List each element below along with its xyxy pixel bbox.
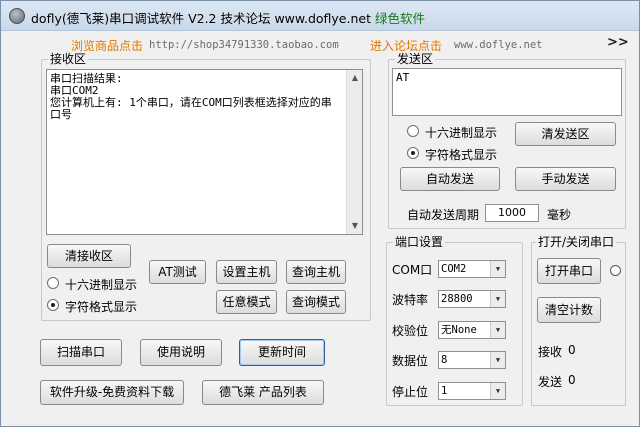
query-mode-button[interactable]: 查询模式	[286, 290, 346, 314]
port-settings-group-label: 端口设置	[393, 235, 446, 249]
at-test-button[interactable]: AT测试	[149, 260, 206, 284]
query-master-button[interactable]: 查询主机	[286, 260, 346, 284]
clear-send-button[interactable]: 清发送区	[515, 122, 616, 146]
radio-checked-icon[interactable]	[407, 147, 419, 159]
product-list-button[interactable]: 德飞莱 产品列表	[202, 380, 324, 405]
send-group-label: 发送区	[395, 52, 436, 66]
parity-select[interactable]: 无None ▼	[438, 321, 506, 339]
send-textarea[interactable]: AT	[392, 68, 622, 116]
chevron-down-icon[interactable]: ▼	[490, 322, 505, 338]
baud-rate-select[interactable]: 28800 ▼	[438, 290, 506, 308]
status-led-icon	[610, 265, 621, 276]
com-port-value: COM2	[441, 263, 467, 275]
update-time-button[interactable]: 更新时间	[239, 339, 325, 366]
chevron-down-icon[interactable]: ▼	[490, 383, 505, 399]
window-title: dofly(德飞莱)串口调试软件 V2.2 技术论坛 www.doflye.ne…	[31, 8, 425, 27]
receive-textarea[interactable]: 串口扫描结果: 串口COM2 您计算机上有: 1个串口，请在COM口列表框选择对…	[46, 69, 363, 235]
auto-period-label: 自动发送周期	[407, 208, 480, 222]
stop-bits-select[interactable]: 1 ▼	[438, 382, 506, 400]
title-green-label: 绿色软件	[374, 11, 425, 26]
app-window: dofly(德飞莱)串口调试软件 V2.2 技术论坛 www.doflye.ne…	[0, 0, 640, 427]
auto-period-input[interactable]: 1000	[485, 204, 539, 222]
receive-char-radio[interactable]: 字符格式显示	[47, 297, 147, 314]
data-bits-value: 8	[441, 354, 448, 366]
recv-count-value: 0	[568, 343, 576, 357]
chevron-down-icon[interactable]: ▼	[490, 291, 505, 307]
send-char-radio[interactable]: 字符格式显示	[407, 145, 507, 162]
set-master-button[interactable]: 设置主机	[216, 260, 277, 284]
send-count-label: 发送	[538, 375, 563, 389]
receive-content: 串口扫描结果: 串口COM2 您计算机上有: 1个串口，请在COM口列表框选择对…	[50, 72, 332, 121]
send-content: AT	[396, 71, 410, 84]
com-port-label: COM口	[392, 263, 433, 277]
auto-send-button[interactable]: 自动发送	[400, 167, 500, 191]
send-hex-radio[interactable]: 十六进制显示	[407, 123, 507, 140]
slave-mode-button[interactable]: 任意模式	[216, 290, 277, 314]
com-port-select[interactable]: COM2 ▼	[438, 260, 506, 278]
parity-value: 无None	[441, 324, 477, 336]
manual-send-button[interactable]: 手动发送	[515, 167, 616, 191]
upgrade-download-button[interactable]: 软件升级-免费资料下载	[40, 380, 184, 405]
scroll-up-icon[interactable]: ▲	[347, 70, 363, 86]
app-icon	[9, 8, 25, 24]
receive-scrollbar[interactable]: ▲ ▼	[346, 70, 362, 234]
radio-icon[interactable]	[47, 277, 59, 289]
period-unit-label: 毫秒	[547, 208, 572, 222]
radio-checked-icon[interactable]	[47, 299, 59, 311]
port-control-group-label: 打开/关闭串口	[536, 235, 617, 249]
help-button[interactable]: 使用说明	[140, 339, 222, 366]
stop-bits-label: 停止位	[392, 385, 429, 399]
clear-count-button[interactable]: 清空计数	[537, 297, 601, 323]
chevron-down-icon[interactable]: ▼	[490, 261, 505, 277]
stop-bits-value: 1	[441, 385, 448, 397]
chevron-down-icon[interactable]: ▼	[490, 352, 505, 368]
receive-group-label: 接收区	[48, 52, 89, 66]
scroll-down-icon[interactable]: ▼	[347, 218, 363, 234]
clear-receive-button[interactable]: 清接收区	[47, 244, 131, 268]
receive-hex-radio[interactable]: 十六进制显示	[47, 275, 147, 292]
recv-count-label: 接收	[538, 345, 563, 359]
send-char-label: 字符格式显示	[425, 148, 498, 162]
parity-label: 校验位	[392, 324, 429, 338]
send-count-value: 0	[568, 373, 576, 387]
forum-url[interactable]: www.doflye.net	[454, 39, 543, 51]
send-hex-label: 十六进制显示	[425, 126, 498, 140]
receive-hex-label: 十六进制显示	[65, 278, 138, 292]
baud-rate-label: 波特率	[392, 293, 429, 307]
receive-char-label: 字符格式显示	[65, 300, 138, 314]
open-port-button[interactable]: 打开串口	[537, 258, 601, 284]
scan-port-button[interactable]: 扫描串口	[40, 339, 122, 366]
data-bits-select[interactable]: 8 ▼	[438, 351, 506, 369]
title-bar[interactable]: dofly(德飞莱)串口调试软件 V2.2 技术论坛 www.doflye.ne…	[1, 1, 639, 31]
radio-icon[interactable]	[407, 125, 419, 137]
data-bits-label: 数据位	[392, 354, 429, 368]
shop-url[interactable]: http://shop34791330.taobao.com	[149, 39, 339, 51]
title-main: dofly(德飞莱)串口调试软件 V2.2 技术论坛 www.doflye.ne…	[31, 11, 371, 26]
baud-rate-value: 28800	[441, 293, 473, 305]
expand-chevron-icon[interactable]: >>	[607, 35, 629, 50]
